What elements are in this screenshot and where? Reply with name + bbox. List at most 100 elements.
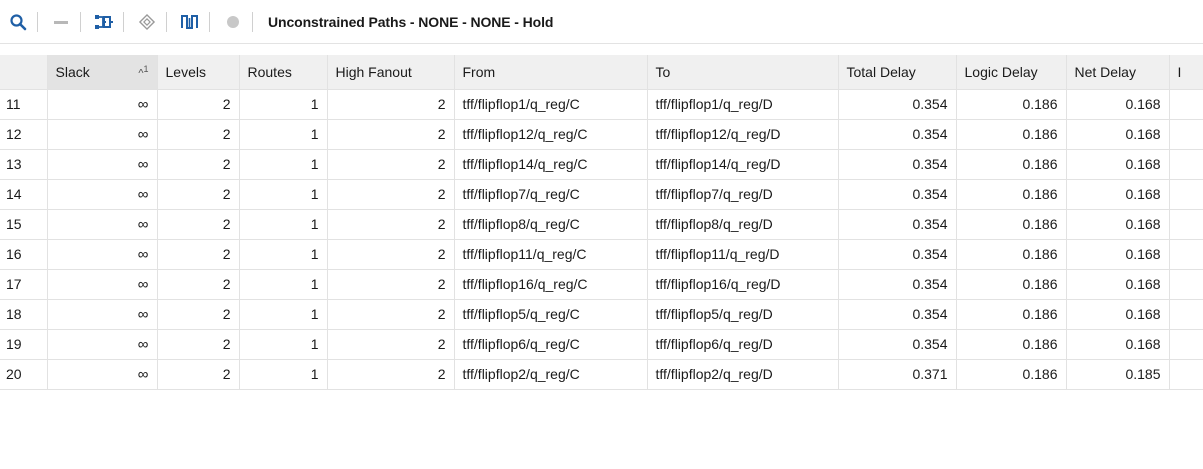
cell-truncated <box>1169 269 1203 300</box>
toolbar-separator <box>37 11 38 32</box>
column-header-from[interactable]: From <box>454 55 648 90</box>
cell-to: tff/flipflop7/q_reg/D <box>647 179 839 210</box>
cell-from: tff/flipflop6/q_reg/C <box>454 329 648 360</box>
cell-slack: ∞ <box>47 299 158 330</box>
cell-total-delay: 0.354 <box>838 299 957 330</box>
schematic-icon[interactable] <box>90 8 118 36</box>
waveform-icon[interactable] <box>176 8 204 36</box>
table-row[interactable]: 18 ∞ 2 1 2 tff/flipflop5/q_reg/C tff/flipflop5… <box>0 299 1203 330</box>
cell-from: tff/flipflop2/q_reg/C <box>454 359 648 390</box>
cell-high-fanout: 2 <box>327 149 455 180</box>
cell-routes: 1 <box>239 239 328 270</box>
column-header-logic-delay[interactable]: Logic Delay <box>956 55 1067 90</box>
cell-net-delay: 0.168 <box>1066 329 1170 360</box>
table-row[interactable]: 20 ∞ 2 1 2 tff/flipflop2/q_reg/C tff/flipflop2… <box>0 359 1203 390</box>
cell-routes: 1 <box>239 359 328 390</box>
cell-routes: 1 <box>239 269 328 300</box>
column-header-routes[interactable]: Routes <box>239 55 328 90</box>
cell-routes: 1 <box>239 209 328 240</box>
cell-high-fanout: 2 <box>327 179 455 210</box>
cell-total-delay: 0.354 <box>838 329 957 360</box>
cell-levels: 2 <box>157 149 240 180</box>
cell-row-number: 19 <box>0 329 48 360</box>
cell-row-number: 12 <box>0 119 48 150</box>
cell-truncated <box>1169 209 1203 240</box>
toolbar-separator <box>252 11 253 32</box>
cell-high-fanout: 2 <box>327 209 455 240</box>
cell-truncated <box>1169 89 1203 120</box>
cell-high-fanout: 2 <box>327 89 455 120</box>
column-header-row-number[interactable] <box>0 55 48 90</box>
cell-total-delay: 0.354 <box>838 269 957 300</box>
cell-high-fanout: 2 <box>327 239 455 270</box>
column-header-total-delay[interactable]: Total Delay <box>838 55 957 90</box>
cell-truncated <box>1169 149 1203 180</box>
column-header-truncated[interactable]: I <box>1169 55 1203 90</box>
cell-logic-delay: 0.186 <box>956 149 1067 180</box>
cell-to: tff/flipflop14/q_reg/D <box>647 149 839 180</box>
cell-high-fanout: 2 <box>327 269 455 300</box>
cell-from: tff/flipflop7/q_reg/C <box>454 179 648 210</box>
table-header-row: Slack ^1 Levels Routes High Fanout From … <box>0 55 1203 90</box>
table-row[interactable]: 14 ∞ 2 1 2 tff/flipflop7/q_reg/C tff/flipflop7… <box>0 179 1203 210</box>
cell-total-delay: 0.354 <box>838 239 957 270</box>
cell-levels: 2 <box>157 329 240 360</box>
sort-ascending-icon: ^1 <box>138 64 148 80</box>
collapse-icon[interactable] <box>47 8 75 36</box>
cell-net-delay: 0.168 <box>1066 149 1170 180</box>
search-icon[interactable] <box>4 8 32 36</box>
cell-slack: ∞ <box>47 359 158 390</box>
table-row[interactable]: 15 ∞ 2 1 2 tff/flipflop8/q_reg/C tff/flipflop8… <box>0 209 1203 240</box>
cell-net-delay: 0.168 <box>1066 299 1170 330</box>
cell-row-number: 13 <box>0 149 48 180</box>
cell-truncated <box>1169 299 1203 330</box>
cell-high-fanout: 2 <box>327 119 455 150</box>
cell-logic-delay: 0.186 <box>956 359 1067 390</box>
cell-logic-delay: 0.186 <box>956 89 1067 120</box>
cell-levels: 2 <box>157 119 240 150</box>
table-row[interactable]: 11 ∞ 2 1 2 tff/flipflop1/q_reg/C tff/flipflop1… <box>0 89 1203 120</box>
cell-to: tff/flipflop5/q_reg/D <box>647 299 839 330</box>
cell-slack: ∞ <box>47 89 158 120</box>
cell-net-delay: 0.185 <box>1066 359 1170 390</box>
path-properties-icon[interactable] <box>133 8 161 36</box>
highlight-icon[interactable] <box>219 8 247 36</box>
cell-total-delay: 0.354 <box>838 89 957 120</box>
timing-paths-table: Slack ^1 Levels Routes High Fanout From … <box>0 55 1203 435</box>
cell-to: tff/flipflop16/q_reg/D <box>647 269 839 300</box>
cell-levels: 2 <box>157 89 240 120</box>
cell-from: tff/flipflop8/q_reg/C <box>454 209 648 240</box>
column-header-to[interactable]: To <box>647 55 839 90</box>
cell-total-delay: 0.354 <box>838 119 957 150</box>
cell-net-delay: 0.168 <box>1066 239 1170 270</box>
table-row[interactable]: 16 ∞ 2 1 2 tff/flipflop11/q_reg/C tff/flipflop… <box>0 239 1203 270</box>
column-header-slack[interactable]: Slack ^1 <box>47 55 158 90</box>
column-header-high-fanout[interactable]: High Fanout <box>327 55 455 90</box>
cell-to: tff/flipflop2/q_reg/D <box>647 359 839 390</box>
panel-title: Unconstrained Paths - NONE - NONE - Hold <box>268 13 554 30</box>
cell-row-number: 20 <box>0 359 48 390</box>
table-row[interactable]: 12 ∞ 2 1 2 tff/flipflop12/q_reg/C tff/flipflop… <box>0 119 1203 150</box>
cell-to: tff/flipflop6/q_reg/D <box>647 329 839 360</box>
cell-truncated <box>1169 239 1203 270</box>
cell-truncated <box>1169 329 1203 360</box>
table-row[interactable]: 17 ∞ 2 1 2 tff/flipflop16/q_reg/C tff/flipflop… <box>0 269 1203 300</box>
column-header-levels[interactable]: Levels <box>157 55 240 90</box>
cell-levels: 2 <box>157 209 240 240</box>
cell-slack: ∞ <box>47 329 158 360</box>
table-row[interactable]: 19 ∞ 2 1 2 tff/flipflop6/q_reg/C tff/flipflop6… <box>0 329 1203 360</box>
cell-logic-delay: 0.186 <box>956 269 1067 300</box>
cell-logic-delay: 0.186 <box>956 119 1067 150</box>
sort-order: 1 <box>143 63 149 74</box>
column-header-net-delay[interactable]: Net Delay <box>1066 55 1170 90</box>
cell-total-delay: 0.371 <box>838 359 957 390</box>
cell-slack: ∞ <box>47 209 158 240</box>
table-row[interactable]: 13 ∞ 2 1 2 tff/flipflop14/q_reg/C tff/flipflop… <box>0 149 1203 180</box>
cell-net-delay: 0.168 <box>1066 179 1170 210</box>
cell-row-number: 18 <box>0 299 48 330</box>
cell-total-delay: 0.354 <box>838 149 957 180</box>
cell-slack: ∞ <box>47 179 158 210</box>
cell-to: tff/flipflop1/q_reg/D <box>647 89 839 120</box>
cell-to: tff/flipflop12/q_reg/D <box>647 119 839 150</box>
cell-from: tff/flipflop12/q_reg/C <box>454 119 648 150</box>
